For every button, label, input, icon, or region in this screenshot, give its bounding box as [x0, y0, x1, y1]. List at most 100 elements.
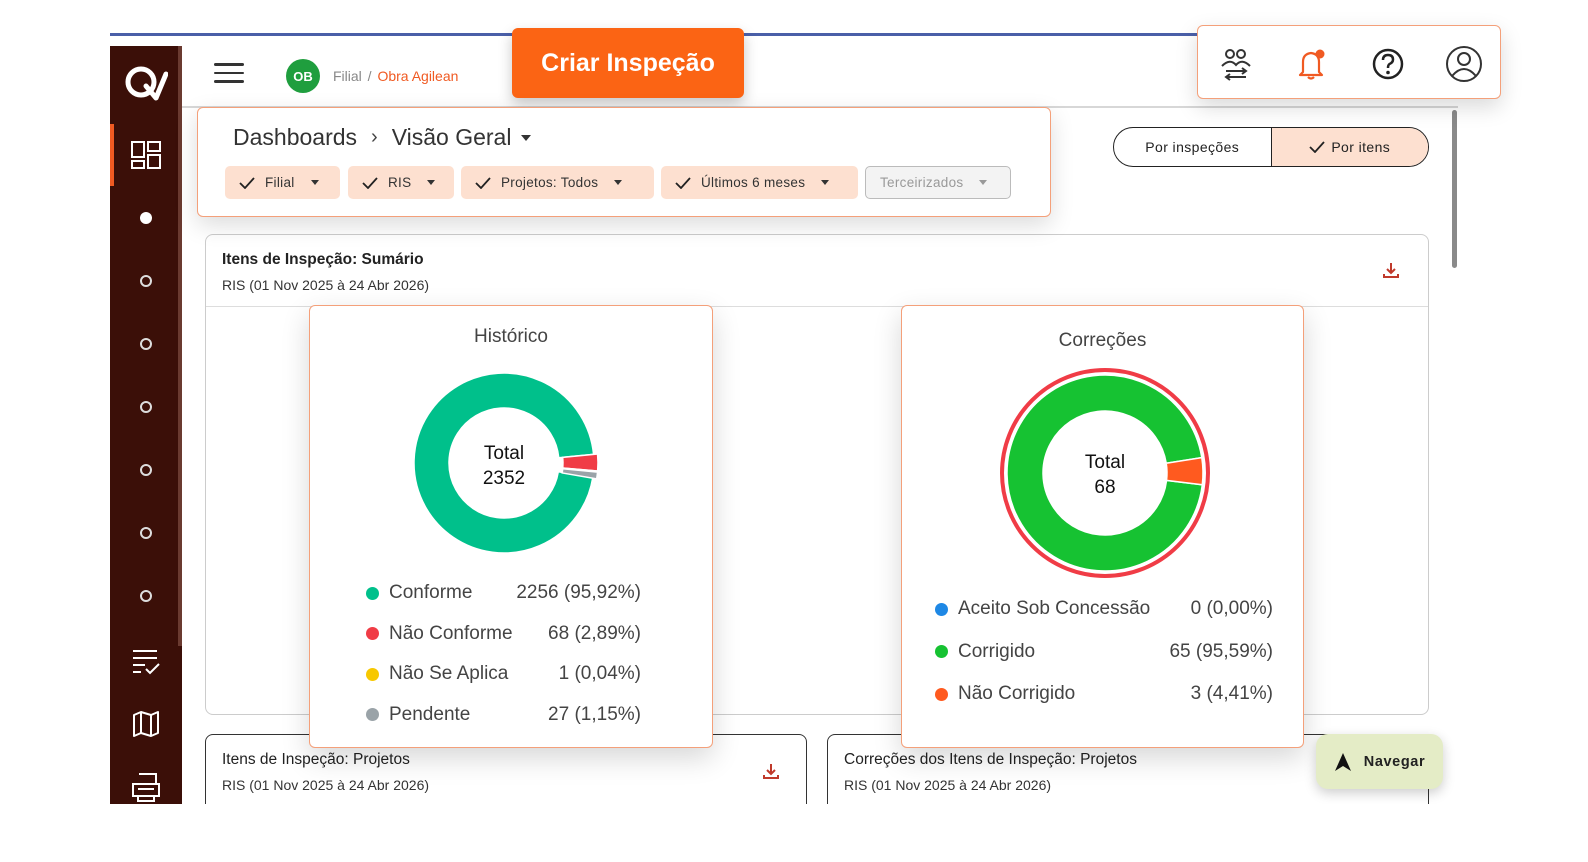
create-inspection-button[interactable]: Criar Inspeção [512, 28, 744, 98]
toggle-by-inspections-label: Por inspeções [1145, 139, 1240, 155]
sidebar [110, 46, 182, 804]
navigate-button-label: Navegar [1363, 753, 1426, 770]
sidebar-item-sub-5[interactable] [110, 464, 182, 476]
history-legend-label: Não Conforme [389, 622, 513, 644]
project-avatar[interactable]: OB [286, 59, 320, 93]
corrections-projects-card-title: Correções dos Itens de Inspeção: Projeto… [844, 751, 1137, 768]
corrections-legend-item[interactable]: Aceito Sob Concessão 0 (0,00%) [935, 598, 1273, 620]
filter-chip-label: RIS [388, 175, 412, 190]
bell-notification-icon [1298, 49, 1325, 80]
history-legend-label: Não Se Aplica [389, 663, 509, 684]
branch-label: Filial [333, 68, 362, 84]
filter-chip-label: Projetos: Todos [501, 175, 599, 190]
navigation-arrow-icon [1334, 752, 1351, 771]
caret-down-icon [979, 180, 988, 185]
corrections-legend-label: Aceito Sob Concessão [958, 598, 1151, 619]
download-icon[interactable] [1382, 261, 1400, 279]
project-selector[interactable]: Filial / Obra Agilean [333, 68, 458, 84]
history-legend-item[interactable]: Não Se Aplica 1 (0,04%) [366, 663, 641, 685]
sidebar-item-print[interactable] [110, 770, 182, 804]
caret-down-icon [427, 180, 436, 185]
sidebar-item-sub-3[interactable] [110, 338, 182, 350]
summary-card-subtitle: RIS (01 Nov 2025 à 24 Abr 2026) [222, 277, 430, 293]
team-swap-icon [1221, 49, 1251, 81]
notifications-button[interactable] [1292, 44, 1332, 84]
sidebar-item-sub-2[interactable] [110, 275, 182, 287]
filter-chip-period[interactable]: Últimos 6 meses [661, 166, 858, 199]
filter-chip-branch[interactable]: Filial [225, 166, 340, 199]
corrections-legend-item[interactable]: Não Corrigido 3 (4,41%) [935, 683, 1273, 705]
corrections-legend-value: 0 (0,00%) [1190, 598, 1273, 619]
history-legend-item[interactable]: Pendente 27 (1,15%) [366, 704, 641, 726]
history-legend-value: 1 (0,04%) [558, 663, 641, 684]
help-button[interactable] [1368, 44, 1408, 84]
corrections-legend-label: Não Corrigido [958, 683, 1076, 704]
legend-dot-icon [366, 586, 379, 600]
sidebar-item-sub-6[interactable] [110, 527, 182, 539]
sidebar-item-dashboard[interactable] [110, 138, 182, 172]
history-donut-chart: Total 2352 [413, 372, 599, 554]
printer-icon [132, 773, 160, 802]
breadcrumb: Dashboards › Visão Geral [233, 124, 532, 151]
user-account-button[interactable] [1444, 44, 1484, 84]
sidebar-item-sub-4[interactable] [110, 401, 182, 413]
history-legend-value: 2256 (95,92%) [516, 582, 641, 603]
corrections-chart-title: Correções [1058, 330, 1147, 351]
check-icon [362, 176, 378, 189]
projects-card-title: Itens de Inspeção: Projetos [222, 751, 410, 768]
dot-ring-icon [140, 275, 152, 287]
sidebar-item-sub-1[interactable] [110, 212, 182, 224]
logo-q-icon[interactable] [120, 60, 168, 104]
filter-chip-projects[interactable]: Projetos: Todos [461, 166, 654, 199]
check-icon [1309, 141, 1325, 153]
check-icon [675, 176, 691, 189]
project-name: Obra Agilean [377, 68, 459, 84]
history-center-value: 2352 [483, 468, 525, 489]
hamburger-menu-icon[interactable] [214, 63, 244, 83]
legend-dot-icon [366, 667, 379, 681]
legend-dot-icon [935, 602, 948, 616]
corrections-center-value: 68 [1094, 477, 1115, 498]
navigate-button[interactable]: Navegar [1316, 734, 1443, 789]
corrections-legend-value: 65 (95,59%) [1169, 640, 1273, 662]
caret-down-icon [821, 180, 830, 185]
summary-card-header: Itens de Inspeção: Sumário RIS (01 Nov 2… [206, 235, 1428, 307]
view-toggle: Por inspeções Por itens [1113, 127, 1429, 167]
breadcrumb-root[interactable]: Dashboards [233, 124, 357, 151]
dot-ring-icon [140, 590, 152, 602]
history-legend-item[interactable]: Conforme 2256 (95,92%) [366, 582, 641, 604]
filter-chip-label: Últimos 6 meses [701, 175, 806, 190]
checklist-icon [133, 650, 160, 675]
main-scrollbar[interactable] [1452, 110, 1457, 268]
caret-down-icon [310, 180, 319, 185]
filters-panel: Dashboards › Visão Geral Filial RIS Proj… [197, 107, 1051, 217]
dot-ring-icon [140, 401, 152, 413]
history-legend-value: 27 (1,15%) [548, 703, 641, 725]
filter-chip-ris[interactable]: RIS [348, 166, 454, 199]
dot-ring-icon [140, 464, 152, 476]
team-swap-button[interactable] [1216, 44, 1256, 84]
user-account-icon [1446, 46, 1482, 82]
sidebar-item-sub-7[interactable] [110, 590, 182, 602]
dot-ring-icon [140, 338, 152, 350]
corrections-legend-value: 3 (4,41%) [1190, 683, 1273, 704]
breadcrumb-chevron-icon: › [371, 126, 378, 148]
sidebar-item-checklist[interactable] [110, 646, 182, 678]
check-icon [239, 176, 255, 189]
toggle-by-items[interactable]: Por itens [1270, 128, 1428, 166]
dot-ring-icon [140, 527, 152, 539]
breadcrumb-current[interactable]: Visão Geral [392, 124, 512, 151]
filter-chip-outsourced[interactable]: Terceirizados [865, 166, 1011, 199]
corrections-slice-n-o-corrigido[interactable] [1165, 456, 1204, 486]
corrections-legend-item[interactable]: Corrigido 65 (95,59%) [935, 641, 1273, 663]
caret-down-icon[interactable] [521, 134, 532, 141]
corrections-legend-label: Corrigido [958, 640, 1036, 662]
toggle-by-inspections[interactable]: Por inspeções [1114, 128, 1271, 166]
history-center-label: Total [484, 443, 524, 464]
history-legend-item[interactable]: Não Conforme 68 (2,89%) [366, 623, 641, 645]
dot-filled-icon [140, 212, 152, 224]
sidebar-item-map[interactable] [110, 708, 182, 740]
summary-card-title: Itens de Inspeção: Sumário [222, 251, 424, 268]
download-icon[interactable] [762, 762, 780, 780]
history-chart-title: Histórico [474, 326, 548, 347]
